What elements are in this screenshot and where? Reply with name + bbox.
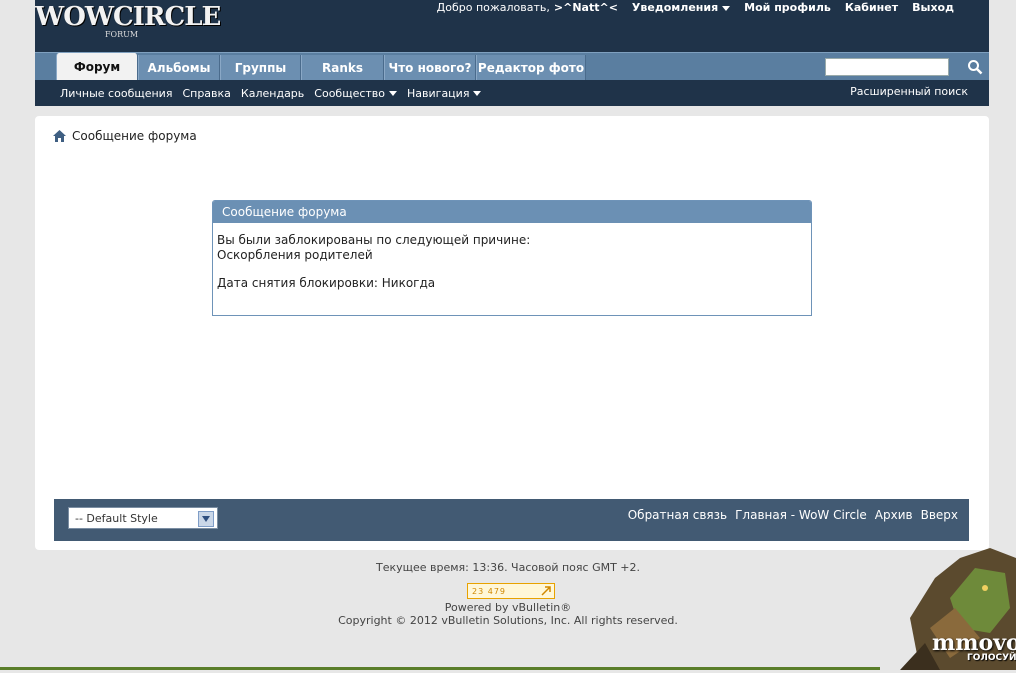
- user-links: Добро пожаловать, >^Natt^< Уведомления М…: [437, 1, 954, 14]
- footer-links: Обратная связь Главная - WoW Circle Архи…: [628, 508, 958, 522]
- tab-albums[interactable]: Альбомы: [138, 55, 220, 81]
- mmovote-banner[interactable]: mmovote ГОЛОСУЙ: [880, 548, 1016, 670]
- site-header: WOWCIRCLE FORUM Добро пожаловать, >^Natt…: [35, 0, 989, 106]
- site-logo[interactable]: WOWCIRCLE FORUM: [35, 2, 221, 39]
- footer-bar: -- Default Style Обратная связь Главная …: [54, 499, 969, 541]
- chevron-down-icon: [722, 5, 731, 11]
- subnav-navigation[interactable]: Навигация: [407, 87, 482, 100]
- tab-forum[interactable]: Форум: [56, 53, 138, 81]
- search-icon: [968, 60, 983, 75]
- copyright: Copyright © 2012 vBulletin Solutions, In…: [338, 614, 678, 627]
- chevron-down-icon: [389, 91, 398, 96]
- logout-link[interactable]: Выход: [912, 1, 954, 14]
- home-icon[interactable]: [53, 130, 66, 142]
- breadcrumb: Сообщение форума: [53, 129, 197, 143]
- subnav-calendar[interactable]: Календарь: [241, 87, 304, 100]
- tab-whats-new[interactable]: Что нового?: [384, 55, 476, 81]
- tab-ranks[interactable]: Ranks: [301, 55, 384, 81]
- chevron-down-icon: [198, 511, 214, 527]
- main-tabs: Форум Альбомы Группы Ranks Что нового? Р…: [35, 52, 989, 81]
- forum-message-box: Сообщение форума Вы были заблокированы п…: [212, 200, 812, 316]
- feedback-link[interactable]: Обратная связь: [628, 508, 727, 522]
- page-title: Сообщение форума: [72, 129, 197, 143]
- message-body: Вы были заблокированы по следующей причи…: [213, 223, 811, 301]
- sub-navigation: Личные сообщения Справка Календарь Сообщ…: [35, 80, 989, 106]
- chevron-down-icon: [473, 91, 482, 96]
- banner-subtitle: ГОЛОСУЙ: [967, 653, 1016, 663]
- style-select[interactable]: -- Default Style: [68, 507, 218, 529]
- subnav-private-messages[interactable]: Личные сообщения: [60, 87, 172, 100]
- message-heading: Сообщение форума: [213, 201, 811, 223]
- notifications-menu[interactable]: Уведомления: [632, 1, 731, 14]
- ban-expiry: Дата снятия блокировки: Никогда: [217, 276, 436, 290]
- main-content: Сообщение форума Сообщение форума Вы был…: [35, 116, 989, 550]
- tab-groups[interactable]: Группы: [220, 55, 301, 81]
- my-profile-link[interactable]: Мой профиль: [744, 1, 831, 14]
- subnav-community[interactable]: Сообщество: [314, 87, 398, 100]
- tab-photo-editor[interactable]: Редактор фото: [476, 55, 586, 81]
- subnav-help[interactable]: Справка: [182, 87, 230, 100]
- top-link[interactable]: Вверх: [921, 508, 958, 522]
- advanced-search-link[interactable]: Расширенный поиск: [850, 85, 968, 98]
- ban-reason: Оскорбления родителей: [217, 248, 373, 262]
- message-line: Вы были заблокированы по следующей причи…: [217, 233, 531, 247]
- visit-counter[interactable]: 23 479: [467, 583, 555, 599]
- welcome-text: Добро пожаловать,: [436, 1, 550, 14]
- home-link[interactable]: Главная - WoW Circle: [735, 508, 867, 522]
- current-time: Текущее время: 13:36. Часовой пояс GMT +…: [375, 561, 641, 574]
- username-link[interactable]: >^Natt^<: [554, 1, 618, 14]
- archive-link[interactable]: Архив: [875, 508, 913, 522]
- cabinet-link[interactable]: Кабинет: [845, 1, 898, 14]
- search-button[interactable]: [963, 55, 987, 79]
- arrow-icon: [541, 586, 551, 596]
- powered-by: Powered by vBulletin®: [444, 601, 572, 614]
- search-input[interactable]: [825, 58, 949, 76]
